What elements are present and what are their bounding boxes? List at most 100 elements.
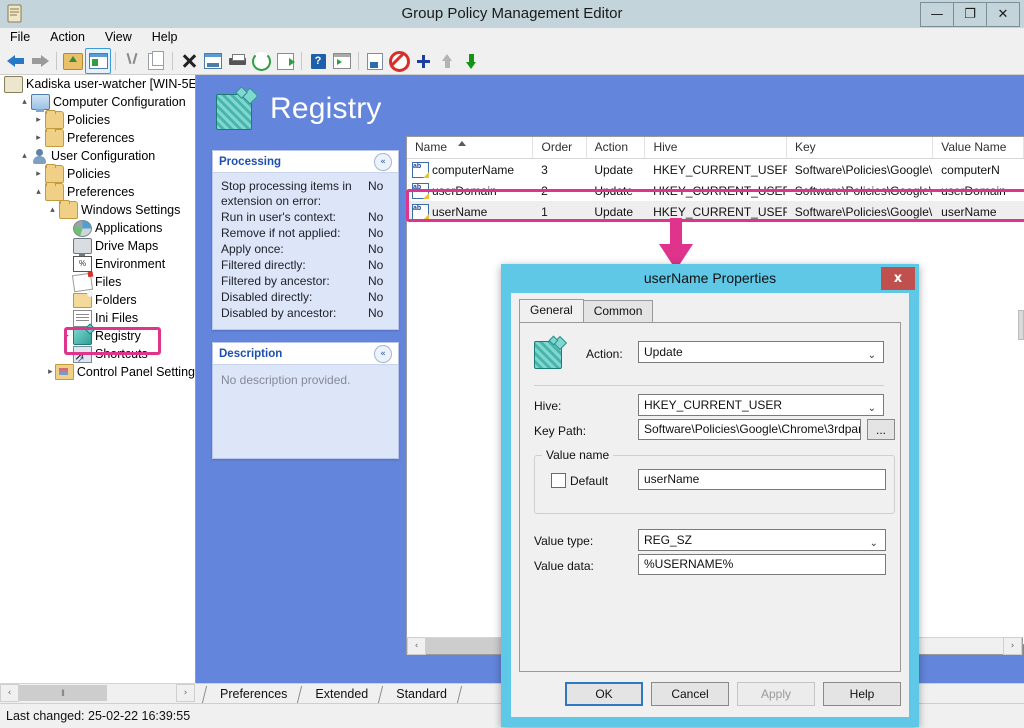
list-body[interactable]: ab computerName 3 Update HKEY_CURRENT_USER So… xyxy=(407,159,1024,222)
cut-icon[interactable] xyxy=(120,49,144,73)
chevron-up-icon[interactable]: « xyxy=(374,152,392,171)
list-column-header-name[interactable]: Name xyxy=(407,137,534,158)
console-tree[interactable]: Kadiska user-watcher [WIN-5E0 ▴ Computer C… xyxy=(0,75,196,683)
ok-button[interactable]: OK xyxy=(565,682,643,706)
print-icon[interactable] xyxy=(225,49,249,73)
show-hide-console-tree-icon[interactable] xyxy=(85,48,111,74)
tree-scroll-thumb[interactable]: ‖ xyxy=(19,685,107,701)
value-type-select[interactable]: REG_SZ ⌄ xyxy=(638,529,886,551)
browse-key-path-button[interactable]: ... xyxy=(867,419,895,440)
tree-expander-icon[interactable]: ▸ xyxy=(32,165,45,183)
help-button[interactable]: Help xyxy=(823,682,901,706)
list-column-header-action[interactable]: Action xyxy=(587,137,646,158)
copy-icon[interactable] xyxy=(144,49,168,73)
table-row[interactable]: ab userName 1 Update HKEY_CURRENT_USER Softwa… xyxy=(407,201,1024,222)
tree-expander-icon[interactable]: ▸ xyxy=(60,327,73,345)
properties-icon[interactable] xyxy=(201,49,225,73)
list-scroll-right-button[interactable]: › xyxy=(1003,637,1022,655)
export-list-icon[interactable] xyxy=(273,49,297,73)
forward-icon[interactable] xyxy=(28,49,52,73)
processing-row-value: No xyxy=(368,242,384,256)
tree-expander-icon[interactable]: ▸ xyxy=(32,129,45,147)
help-icon[interactable]: ? xyxy=(306,49,330,73)
list-column-header-hive[interactable]: Hive xyxy=(645,137,787,158)
action-select[interactable]: Update ⌄ xyxy=(638,341,884,363)
close-button[interactable]: ✕ xyxy=(986,2,1020,27)
tab-standard[interactable]: Standard xyxy=(388,685,455,704)
tree-scroll-track[interactable]: ‖ xyxy=(19,685,176,701)
tree-node-policies[interactable]: ▸ Policies xyxy=(0,164,195,183)
back-icon[interactable] xyxy=(4,49,28,73)
list-cell-name-text: computerName xyxy=(432,162,515,177)
processing-panel-body: Stop processing items in extension on er… xyxy=(213,173,398,329)
key-path-label: Key Path: xyxy=(534,424,587,438)
maximize-button[interactable]: ❐ xyxy=(953,2,987,27)
menu-item-action[interactable]: Action xyxy=(40,28,95,46)
tree-node-files[interactable]: Files xyxy=(0,272,195,292)
refresh-icon[interactable] xyxy=(249,49,273,73)
tree-expander-icon[interactable]: ▴ xyxy=(18,93,31,111)
menu-item-file[interactable]: File xyxy=(0,28,40,46)
tree-node-drive-maps[interactable]: Drive Maps xyxy=(0,237,195,256)
processing-row-value: No xyxy=(368,258,384,272)
key-path-input[interactable]: Software\Policies\Google\Chrome\3rdparty… xyxy=(638,419,861,440)
move-up-icon[interactable] xyxy=(435,49,459,73)
new-item-icon[interactable] xyxy=(363,49,387,73)
dialog-tab-general[interactable]: General xyxy=(519,299,584,323)
hive-select[interactable]: HKEY_CURRENT_USER ⌄ xyxy=(638,394,884,416)
tree-expander-icon[interactable]: ▴ xyxy=(32,183,45,201)
list-column-header-order[interactable]: Order xyxy=(533,137,587,158)
value-name-input[interactable]: userName xyxy=(638,469,886,490)
list-column-header-key[interactable]: Key xyxy=(787,137,934,158)
tree-node-applications[interactable]: Applications xyxy=(0,219,195,237)
show-action-pane-icon[interactable] xyxy=(330,49,354,73)
tree-horizontal-scrollbar[interactable]: ‹ ‖ › xyxy=(0,683,195,702)
tree-node-computer-configuration[interactable]: ▴ Computer Configuration xyxy=(0,93,195,112)
tree-scroll-right-button[interactable]: › xyxy=(176,684,195,702)
tree-scroll-left-button[interactable]: ‹ xyxy=(0,684,19,702)
tree-node-windows-settings[interactable]: ▴ Windows Settings xyxy=(0,200,195,219)
menu-item-view[interactable]: View xyxy=(95,28,142,46)
dialog-close-button[interactable]: x xyxy=(881,267,915,290)
add-icon[interactable] xyxy=(411,49,435,73)
tree-expander-icon[interactable]: ▸ xyxy=(46,363,55,381)
tree-node-kadiska-user-watcher-win-5e0[interactable]: Kadiska user-watcher [WIN-5E0 xyxy=(0,75,195,93)
chevron-up-icon[interactable]: « xyxy=(374,344,392,363)
tree-node-preferences[interactable]: ▴ Preferences xyxy=(0,182,195,201)
tree-node-user-configuration[interactable]: ▴ User Configuration xyxy=(0,147,195,165)
computer-icon xyxy=(31,94,50,112)
list-scroll-left-button[interactable]: ‹ xyxy=(407,637,426,655)
tree-node-preferences[interactable]: ▸ Preferences xyxy=(0,128,195,147)
table-row[interactable]: ab userDomain 2 Update HKEY_CURRENT_USER Soft… xyxy=(407,180,1024,201)
disable-icon[interactable] xyxy=(387,49,411,73)
value-data-input[interactable]: %USERNAME% xyxy=(638,554,886,575)
apply-button[interactable]: Apply xyxy=(737,682,815,706)
tree-node-policies[interactable]: ▸ Policies xyxy=(0,110,195,129)
window-resize-grip[interactable] xyxy=(1018,310,1024,340)
tree-expander-icon[interactable]: ▴ xyxy=(46,201,59,219)
tree-node-shortcuts[interactable]: ↗Shortcuts xyxy=(0,345,195,368)
tree-node-control-panel-setting[interactable]: ▸ Control Panel Setting xyxy=(0,363,195,381)
move-down-icon[interactable] xyxy=(459,49,483,73)
tab-preferences[interactable]: Preferences xyxy=(212,685,295,704)
tree-expander-icon[interactable]: ▸ xyxy=(32,111,45,129)
tree-node-registry[interactable]: ▸ Registry xyxy=(0,327,195,345)
tree-expander-icon[interactable]: ▴ xyxy=(18,147,31,165)
up-one-level-icon[interactable] xyxy=(61,49,85,73)
tree-node-label: Folders xyxy=(95,293,137,307)
tree-node-folders[interactable]: Folders xyxy=(0,290,195,309)
dialog-tab-common[interactable]: Common xyxy=(582,300,654,323)
menu-item-help[interactable]: Help xyxy=(142,28,188,46)
delete-icon[interactable] xyxy=(177,49,201,73)
minimize-button[interactable]: — xyxy=(920,2,954,27)
tab-extended[interactable]: Extended xyxy=(307,685,376,704)
drive-maps-icon xyxy=(73,238,92,256)
table-row[interactable]: ab computerName 3 Update HKEY_CURRENT_USER So… xyxy=(407,159,1024,180)
tree-node-environment[interactable]: % Environment xyxy=(0,255,195,273)
default-checkbox-row[interactable]: Default xyxy=(551,473,608,488)
tree-node-ini-files[interactable]: Ini Files xyxy=(0,309,195,327)
user-icon xyxy=(31,148,48,164)
list-column-header-value-name[interactable]: Value Name xyxy=(933,137,1024,158)
cancel-button[interactable]: Cancel xyxy=(651,682,729,706)
default-checkbox[interactable] xyxy=(551,473,566,488)
